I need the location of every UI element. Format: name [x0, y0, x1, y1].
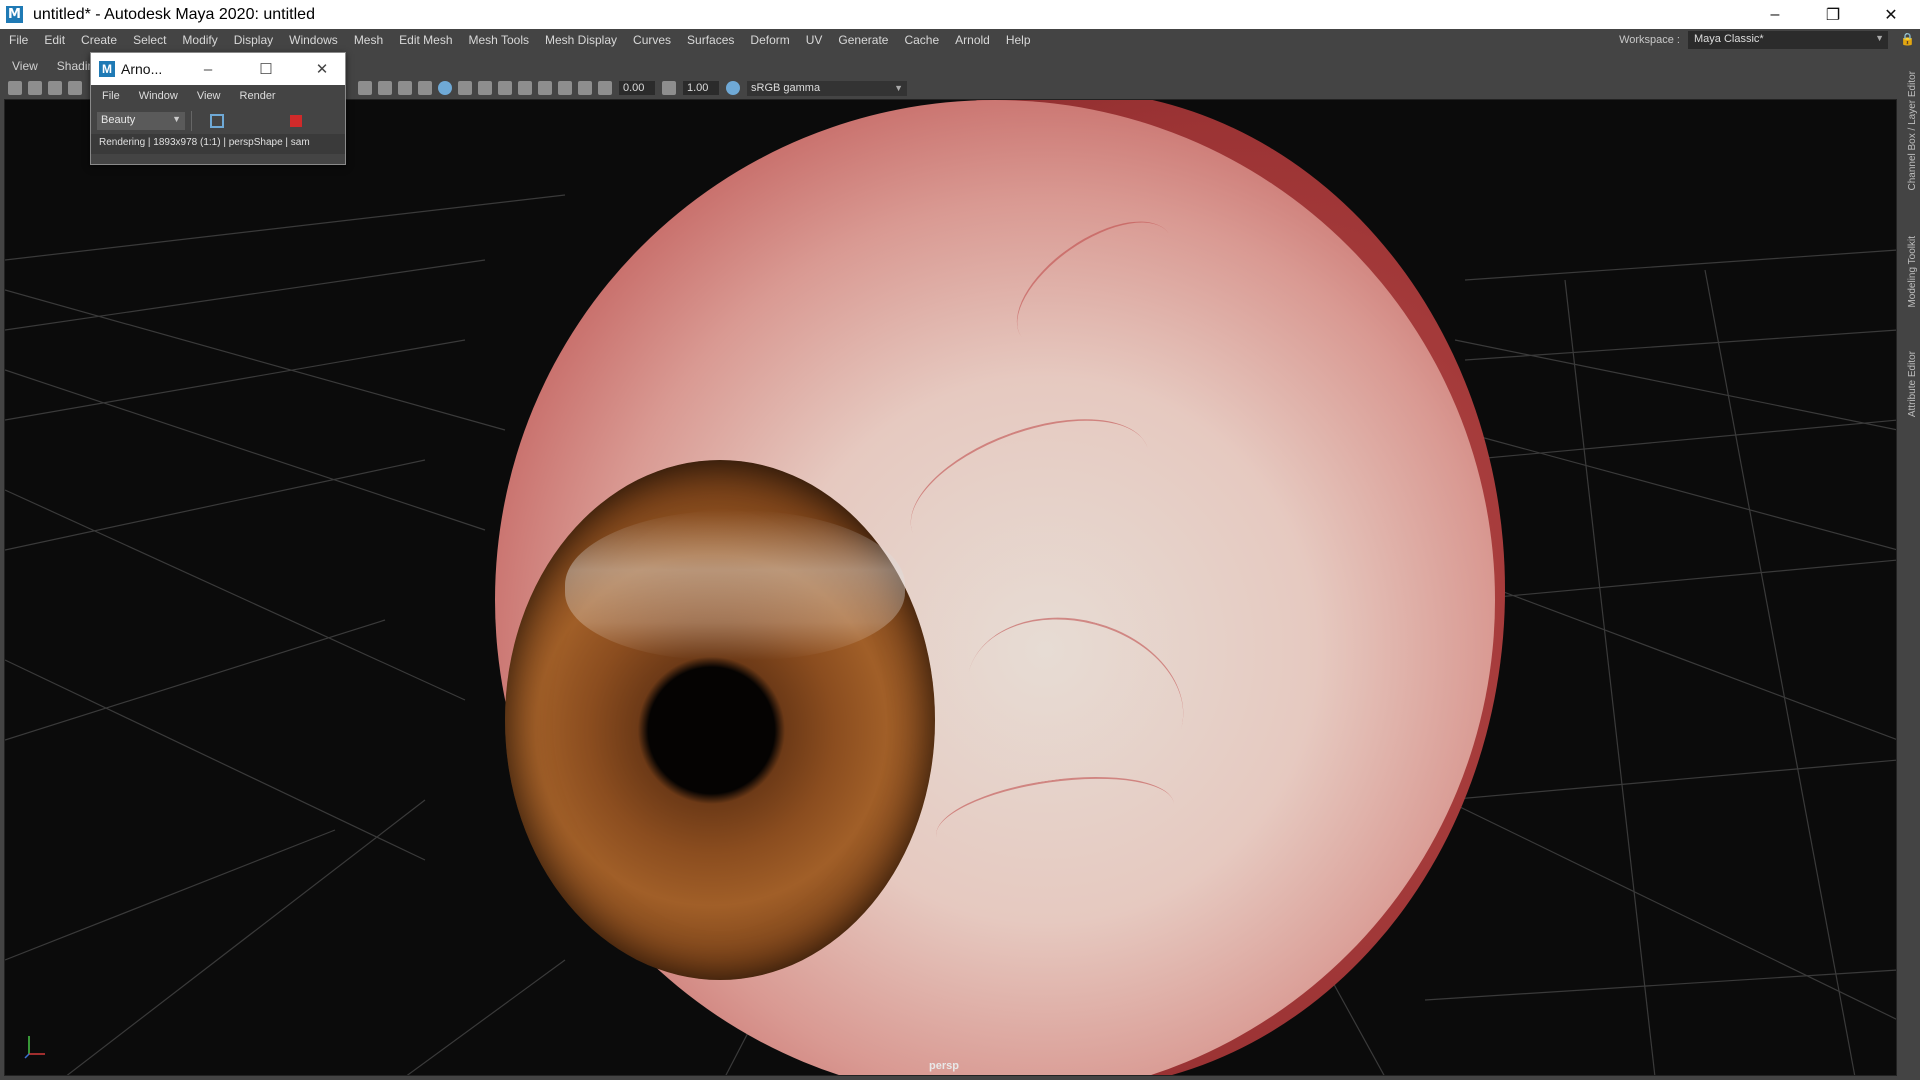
arnold-menu-view[interactable]: View	[186, 90, 229, 102]
workspace-dropdown[interactable]: Maya Classic* ▼	[1688, 31, 1888, 49]
isolate-select-icon[interactable]	[518, 81, 532, 95]
aov-dropdown[interactable]: Beauty ▼	[97, 111, 185, 130]
menu-uv[interactable]: UV	[798, 33, 831, 47]
exposure-icon[interactable]	[598, 81, 612, 95]
colorspace-dropdown[interactable]: sRGB gamma ▼	[747, 80, 907, 96]
motion-blur-icon[interactable]	[478, 81, 492, 95]
menu-surfaces[interactable]: Surfaces	[679, 33, 742, 47]
main-menu-bar: File Edit Create Select Modify Display W…	[0, 29, 1920, 51]
close-button[interactable]: ✕	[1862, 0, 1920, 29]
wireframe-icon[interactable]	[358, 81, 372, 95]
render-status: Rendering | 1893x978 (1:1) | perspShape …	[91, 134, 345, 154]
arnold-title-bar[interactable]: M Arno... – ☐ ✕	[91, 53, 345, 85]
tab-attribute-editor[interactable]: Attribute Editor	[1907, 351, 1918, 417]
window-controls: – ❐ ✕	[1746, 0, 1920, 29]
antialias-icon[interactable]	[498, 81, 512, 95]
camera-icon[interactable]	[8, 81, 22, 95]
workspace-selector: Workspace : Maya Classic* ▼	[1619, 29, 1888, 51]
window-title: untitled* - Autodesk Maya 2020: untitled	[33, 5, 315, 23]
crop-region-icon[interactable]	[210, 113, 224, 128]
arnold-minimize-button[interactable]: –	[185, 53, 231, 85]
xray-joints-icon[interactable]	[558, 81, 572, 95]
restore-button[interactable]: ❐	[1804, 0, 1862, 29]
smooth-shade-icon[interactable]	[378, 81, 392, 95]
menu-edit[interactable]: Edit	[36, 33, 73, 47]
arnold-menu-bar: File Window View Render	[91, 85, 345, 107]
menu-modify[interactable]: Modify	[174, 33, 225, 47]
aov-value: Beauty	[101, 113, 136, 126]
camera-attributes-icon[interactable]	[28, 81, 42, 95]
minimize-button[interactable]: –	[1746, 0, 1804, 29]
maya-logo-icon: M	[6, 6, 23, 23]
menu-generate[interactable]: Generate	[830, 33, 896, 47]
shadows-icon[interactable]	[438, 81, 452, 95]
panel-menu-view[interactable]: View	[0, 59, 45, 77]
viewport-3d[interactable]: persp	[4, 99, 1897, 1076]
tab-modeling-toolkit[interactable]: Modeling Toolkit	[1907, 236, 1918, 308]
xray-icon[interactable]	[538, 81, 552, 95]
workspace-label: Workspace :	[1619, 34, 1680, 46]
menu-mesh-display[interactable]: Mesh Display	[537, 33, 625, 47]
chevron-down-icon: ▼	[172, 113, 181, 124]
image-plane-icon[interactable]	[68, 81, 82, 95]
menu-display[interactable]: Display	[226, 33, 281, 47]
tab-channel-box[interactable]: Channel Box / Layer Editor	[1907, 71, 1918, 191]
bottom-edge	[0, 1076, 1920, 1080]
title-bar: M untitled* - Autodesk Maya 2020: untitl…	[0, 0, 1920, 29]
side-tabs: Channel Box / Layer Editor Modeling Tool…	[1897, 51, 1920, 1076]
bookmark-icon[interactable]	[48, 81, 62, 95]
lock-icon[interactable]: 🔒	[1900, 32, 1915, 48]
menu-mesh[interactable]: Mesh	[346, 33, 391, 47]
axis-gizmo	[24, 1036, 45, 1059]
workspace-value: Maya Classic*	[1694, 33, 1764, 45]
menu-file[interactable]: File	[0, 33, 36, 47]
exposure-field[interactable]: 0.00	[619, 81, 655, 95]
panel-menu: View Shadin	[0, 59, 101, 77]
gamma-icon[interactable]	[662, 81, 676, 95]
arnold-menu-render[interactable]: Render	[229, 90, 284, 102]
menu-windows[interactable]: Windows	[281, 33, 346, 47]
menu-cache[interactable]: Cache	[896, 33, 947, 47]
colorspace-value: sRGB gamma	[751, 81, 821, 94]
chevron-down-icon: ▼	[1875, 33, 1884, 43]
chevron-down-icon: ▼	[894, 82, 903, 93]
menu-curves[interactable]: Curves	[625, 33, 679, 47]
xray-components-icon[interactable]	[578, 81, 592, 95]
arnold-renderview-window: M Arno... – ☐ ✕ File Window View Render …	[90, 52, 346, 165]
lighting-icon[interactable]	[418, 81, 432, 95]
cornea-reflection	[565, 510, 905, 660]
color-management-icon[interactable]	[726, 81, 740, 95]
maya-logo-icon: M	[99, 61, 115, 77]
arnold-close-button[interactable]: ✕	[299, 53, 345, 85]
arnold-window-title: Arno...	[121, 61, 163, 77]
ambient-occlusion-icon[interactable]	[458, 81, 472, 95]
camera-label: persp	[929, 1060, 959, 1072]
toolbar-separator	[191, 110, 192, 131]
gamma-field[interactable]: 1.00	[683, 81, 719, 95]
textured-icon[interactable]	[398, 81, 412, 95]
menu-create[interactable]: Create	[73, 33, 125, 47]
arnold-maximize-button[interactable]: ☐	[243, 53, 289, 85]
arnold-menu-file[interactable]: File	[91, 90, 128, 102]
menu-help[interactable]: Help	[998, 33, 1039, 47]
stop-render-icon[interactable]	[290, 114, 302, 127]
menu-arnold[interactable]: Arnold	[947, 33, 998, 47]
menu-select[interactable]: Select	[125, 33, 174, 47]
arnold-menu-window[interactable]: Window	[128, 90, 186, 102]
menu-edit-mesh[interactable]: Edit Mesh	[391, 33, 460, 47]
menu-mesh-tools[interactable]: Mesh Tools	[461, 33, 537, 47]
menu-deform[interactable]: Deform	[742, 33, 797, 47]
arnold-toolbar: Beauty ▼	[91, 107, 345, 134]
